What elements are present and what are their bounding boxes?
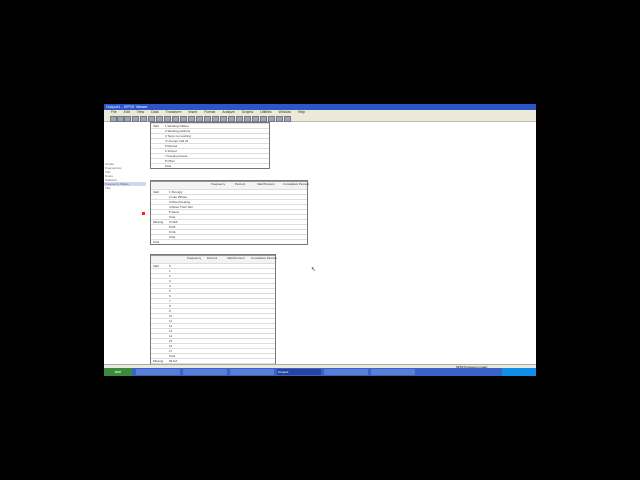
column-header: Percent [235,182,246,186]
column-header: Cumulative Percent [251,256,278,260]
column-header: Valid Percent [227,256,245,260]
frequency-table-3[interactable]: Frequency Percent Valid Percent Cumulative … [150,254,278,369]
table-cell: Total [165,164,172,168]
toolbar [104,115,536,122]
column-header: Percent [207,256,218,260]
output-content-pane[interactable]: Valid 1 Working fulltime 2 Working parttim… [146,122,536,369]
taskbar-task[interactable] [183,369,227,375]
start-button[interactable]: start [104,368,132,376]
table-cell: Total [153,240,160,244]
column-header: Frequency [211,182,226,186]
column-header: Valid Percent [257,182,275,186]
column-header: Frequency [187,256,202,260]
taskbar-task[interactable] [230,369,274,375]
table-row: Total [151,163,269,168]
column-header: Cumulative Percent [283,182,310,186]
outline-pane[interactable]: Output Frequencies Title Notes Statistics Fre… [104,122,147,364]
mouse-cursor-icon: ↖ [311,267,317,273]
taskbar-task[interactable]: Output1 [277,369,321,375]
taskbar-task[interactable] [136,369,180,375]
outline-item[interactable]: Title [104,186,146,190]
table-header-row: Frequency Percent Valid Percent Cumulative … [151,181,310,189]
spss-screen: Output1 - SPSS Viewer File Edit View Data Tr… [104,104,536,376]
current-item-arrow-icon [142,212,145,215]
taskbar-task[interactable] [371,369,415,375]
table-row: Total [151,239,307,244]
taskbar: start Output1 [104,368,536,376]
taskbar-task[interactable] [324,369,368,375]
system-tray [502,368,536,376]
frequency-table-1[interactable]: Valid 1 Working fulltime 2 Working parttim… [150,122,270,169]
frequency-table-2[interactable]: Frequency Percent Valid Percent Cumulative … [150,180,310,245]
table-header-row: Frequency Percent Valid Percent Cumulative … [151,255,278,263]
